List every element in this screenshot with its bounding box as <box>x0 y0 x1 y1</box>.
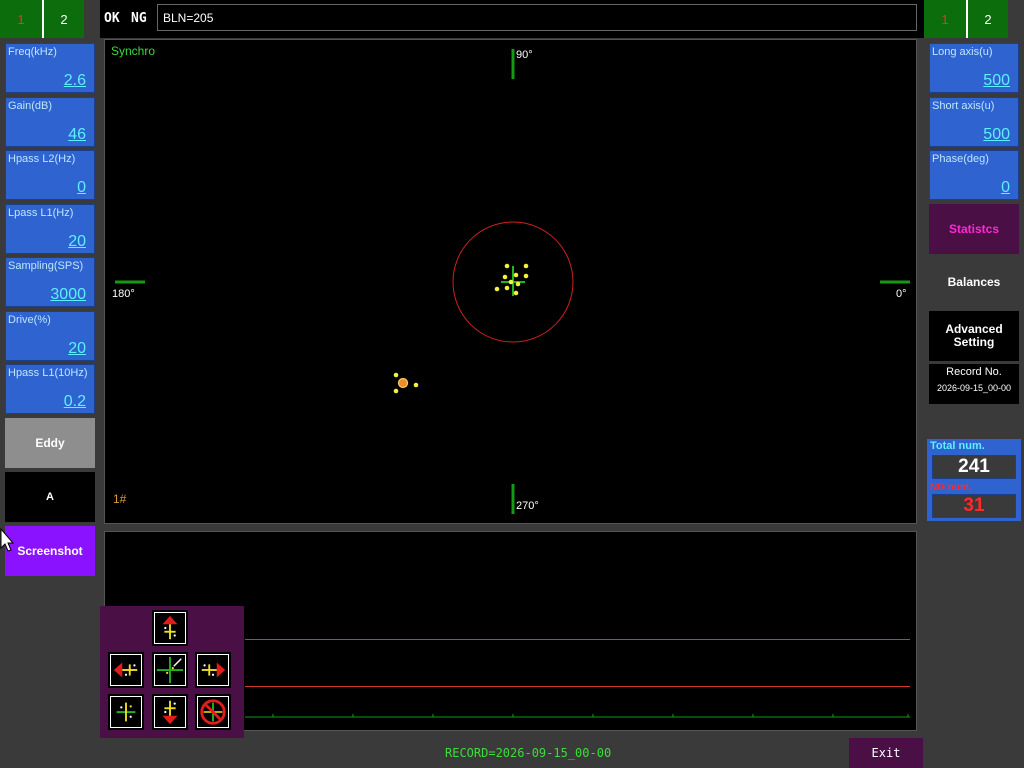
advanced-setting-button[interactable]: Advanced Setting <box>929 311 1019 361</box>
screenshot-button[interactable]: Screenshot <box>5 526 95 576</box>
clear-icon <box>198 697 228 727</box>
record-value: 2026-09-15_00-00 <box>936 383 1012 393</box>
long-axis-value[interactable]: 500 <box>983 72 1010 90</box>
signal-point <box>393 388 399 394</box>
hpass-l1-label: Hpass L1(10Hz) <box>8 367 88 379</box>
crosshair-center-icon <box>155 655 185 685</box>
signal-point <box>393 372 399 378</box>
short-axis-label: Short axis(u) <box>932 100 995 112</box>
signal-nav-pad <box>100 606 244 738</box>
total-label: Total num. <box>930 440 985 452</box>
scope-plot <box>115 49 910 514</box>
center-button[interactable] <box>152 652 188 688</box>
phase-param[interactable]: Phase(deg) 0 <box>929 150 1019 200</box>
right-channel-tab-2[interactable]: 2 <box>966 0 1008 38</box>
phase-label: Phase(deg) <box>932 153 989 165</box>
clear-button[interactable] <box>195 694 231 730</box>
drive-label: Drive(%) <box>8 314 51 326</box>
signal-point <box>413 382 419 388</box>
counts-panel: Total num. 241 NG num. 31 <box>927 439 1021 521</box>
signal-point <box>523 273 529 279</box>
signal-point <box>523 263 529 269</box>
lpass-l1-param[interactable]: Lpass L1(Hz) 20 <box>5 204 95 254</box>
right-channel-tabs: 1 2 <box>924 0 1008 38</box>
top-status-bar: OK NG BLN=205 <box>100 0 924 38</box>
freq-label: Freq(kHz) <box>8 46 57 58</box>
lpass-l1-value[interactable]: 20 <box>68 233 86 251</box>
signal-point <box>504 285 510 291</box>
arrow-right-icon <box>198 655 228 685</box>
arrow-left-icon <box>111 655 141 685</box>
ok-indicator: OK <box>104 11 120 26</box>
ng-indicator: NG <box>131 11 147 26</box>
impedance-plane-display[interactable]: Synchro 1# 90° 180° 0° 270° <box>104 39 917 524</box>
bln-field: BLN=205 <box>157 4 917 31</box>
signal-point <box>513 272 519 278</box>
arrow-up-icon <box>155 613 185 643</box>
left-channel-tab-1[interactable]: 1 <box>0 0 42 38</box>
record-title: Record No. <box>946 366 1002 378</box>
arrow-down-icon <box>155 697 185 727</box>
left-channel-tabs: 1 2 <box>0 0 84 38</box>
sampling-param[interactable]: Sampling(SPS) 3000 <box>5 257 95 307</box>
long-axis-param[interactable]: Long axis(u) 500 <box>929 43 1019 93</box>
right-channel-tab-1[interactable]: 1 <box>924 0 966 38</box>
total-value: 241 <box>932 455 1016 479</box>
balances-button[interactable]: Balances <box>929 257 1019 307</box>
signal-point <box>504 263 510 269</box>
long-axis-label: Long axis(u) <box>932 46 993 58</box>
move-left-button[interactable] <box>108 652 144 688</box>
upper-threshold-line <box>245 639 910 640</box>
freq-value[interactable]: 2.6 <box>64 72 86 90</box>
hpass-l2-param[interactable]: Hpass L2(Hz) 0 <box>5 150 95 200</box>
freq-param[interactable]: Freq(kHz) 2.6 <box>5 43 95 93</box>
mouse-cursor-icon <box>0 528 14 552</box>
eddy-button[interactable]: Eddy <box>5 418 95 468</box>
a-button[interactable]: A <box>5 472 95 522</box>
ng-value: 31 <box>932 494 1016 518</box>
rotate-icon <box>111 697 141 727</box>
hpass-l2-value[interactable]: 0 <box>77 179 86 197</box>
hpass-l1-param[interactable]: Hpass L1(10Hz) 0.2 <box>5 364 95 414</box>
drive-param[interactable]: Drive(%) 20 <box>5 311 95 361</box>
lower-threshold-line <box>245 686 910 687</box>
hpass-l2-label: Hpass L2(Hz) <box>8 153 76 165</box>
record-status: RECORD=2026-09-15_00-00 <box>445 746 612 760</box>
record-number-box: Record No. 2026-09-15_00-00 <box>929 364 1019 404</box>
drive-value[interactable]: 20 <box>68 340 86 358</box>
sampling-value[interactable]: 3000 <box>50 286 86 304</box>
lpass-l1-label: Lpass L1(Hz) <box>8 207 74 219</box>
move-right-button[interactable] <box>195 652 231 688</box>
left-channel-tab-2[interactable]: 2 <box>42 0 84 38</box>
signal-point <box>508 279 514 285</box>
sampling-label: Sampling(SPS) <box>8 260 84 272</box>
short-axis-value[interactable]: 500 <box>983 126 1010 144</box>
rotate-button[interactable] <box>108 694 144 730</box>
exit-button[interactable]: Exit <box>849 738 923 768</box>
statistics-button[interactable]: Statistcs <box>929 204 1019 254</box>
gain-param[interactable]: Gain(dB) 46 <box>5 97 95 147</box>
status-footer: RECORD=2026-09-15_00-00 Exit <box>0 738 1024 768</box>
short-axis-param[interactable]: Short axis(u) 500 <box>929 97 1019 147</box>
phase-value[interactable]: 0 <box>1001 179 1010 197</box>
signal-point <box>502 274 508 280</box>
hpass-l1-value[interactable]: 0.2 <box>64 393 86 411</box>
signal-point <box>515 281 521 287</box>
ng-label: NG num. <box>930 482 972 493</box>
signal-marker <box>397 377 409 389</box>
gain-label: Gain(dB) <box>8 100 53 112</box>
signal-point <box>513 290 519 296</box>
signal-point <box>494 286 500 292</box>
gain-value[interactable]: 46 <box>68 126 86 144</box>
move-down-button[interactable] <box>152 694 188 730</box>
move-up-button[interactable] <box>152 610 188 646</box>
